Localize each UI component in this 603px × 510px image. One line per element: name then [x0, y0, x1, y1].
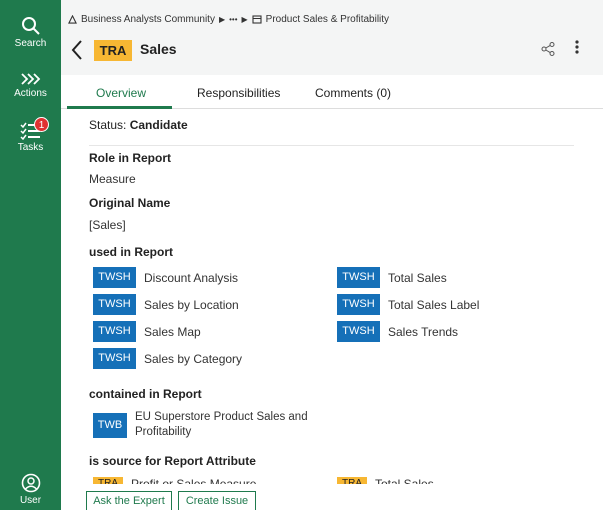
report-link-sales-by-location[interactable]: TWSH Sales by Location: [93, 294, 239, 315]
report-name: Sales Map: [144, 324, 201, 339]
search-icon: [21, 17, 40, 35]
status-value: Candidate: [129, 118, 188, 132]
page-title: Sales: [140, 41, 177, 57]
sidebar-item-tasks[interactable]: 1 Tasks: [0, 117, 61, 153]
report-name: Sales by Location: [144, 297, 239, 312]
breadcrumb-separator-icon: ▶: [218, 15, 226, 24]
tab-comments[interactable]: Comments (0): [315, 86, 391, 100]
report-link-total-sales[interactable]: TWSH Total Sales: [337, 267, 447, 288]
more-vertical-icon: [575, 40, 579, 54]
report-link-sales-by-category[interactable]: TWSH Sales by Category: [93, 348, 242, 369]
twsh-tag: TWSH: [93, 348, 136, 369]
sidebar-item-label: User: [19, 495, 42, 506]
role-title: Role in Report: [89, 151, 172, 165]
role-value: Measure: [89, 172, 136, 186]
report-name-line1: EU Superstore Product Sales and: [135, 411, 308, 423]
community-icon: [68, 15, 77, 24]
sidebar-item-label: Tasks: [17, 142, 44, 153]
user-icon: [21, 473, 40, 493]
domain-icon: [252, 15, 262, 24]
twb-tag: TWB: [93, 412, 127, 438]
asset-header: Business Analysts Community ▶ ••• ▶ Prod…: [61, 0, 603, 75]
report-name: EU Superstore Product Sales and Profitab…: [135, 410, 308, 440]
sidebar-item-search[interactable]: Search: [0, 16, 61, 49]
sidebar-item-label: Actions: [14, 88, 47, 99]
source-for-attribute-title: is source for Report Attribute: [89, 454, 256, 468]
report-link-sales-trends[interactable]: TWSH Sales Trends: [337, 321, 458, 342]
contained-in-report-title: contained in Report: [89, 387, 202, 401]
report-name: Discount Analysis: [144, 270, 239, 285]
more-options-button[interactable]: [572, 40, 582, 54]
share-button[interactable]: [541, 42, 555, 61]
report-link-total-sales-label[interactable]: TWSH Total Sales Label: [337, 294, 479, 315]
ask-the-expert-button[interactable]: Ask the Expert: [86, 491, 172, 510]
asset-type-tag: TRA: [94, 40, 132, 61]
original-name-value: [Sales]: [89, 218, 126, 232]
report-link-eu-superstore[interactable]: TWB EU Superstore Product Sales and Prof…: [93, 410, 308, 440]
twsh-tag: TWSH: [93, 321, 136, 342]
tab-overview[interactable]: Overview: [96, 86, 146, 100]
breadcrumb-community[interactable]: Business Analysts Community: [81, 14, 215, 25]
twsh-tag: TWSH: [337, 294, 380, 315]
tasks-badge: 1: [34, 117, 49, 132]
sidebar-item-user[interactable]: User: [0, 473, 61, 506]
back-arrow-icon: [71, 40, 82, 60]
tab-bar: Overview Responsibilities Comments (0): [61, 75, 603, 109]
report-name: Sales Trends: [388, 324, 459, 339]
report-name: Total Sales Label: [388, 297, 480, 312]
report-link-sales-map[interactable]: TWSH Sales Map: [93, 321, 201, 342]
share-icon: [541, 42, 555, 56]
sidebar-item-actions[interactable]: Actions: [0, 72, 61, 99]
breadcrumb-separator-icon: ▶: [241, 15, 248, 24]
used-in-report-title: used in Report: [89, 245, 174, 259]
breadcrumb-domain[interactable]: Product Sales & Profitability: [266, 14, 389, 25]
report-name-line2: Profitability: [135, 426, 192, 438]
chevrons-right-icon: [20, 73, 40, 85]
back-button[interactable]: [70, 38, 88, 64]
status-row: Status: Candidate: [89, 118, 574, 146]
twsh-tag: TWSH: [93, 267, 136, 288]
twsh-tag: TWSH: [337, 267, 380, 288]
report-name: Total Sales: [388, 270, 447, 285]
sidebar-item-label: Search: [14, 38, 47, 49]
status-label: Status:: [89, 118, 127, 132]
tab-responsibilities[interactable]: Responsibilities: [197, 86, 280, 100]
original-name-title: Original Name: [89, 196, 171, 210]
report-name: Sales by Category: [144, 351, 243, 366]
twsh-tag: TWSH: [337, 321, 380, 342]
active-tab-indicator: [67, 106, 172, 109]
report-link-discount-analysis[interactable]: TWSH Discount Analysis: [93, 267, 238, 288]
create-issue-button[interactable]: Create Issue: [178, 491, 256, 510]
twsh-tag: TWSH: [93, 294, 136, 315]
footer-actions: Ask the Expert Create Issue: [61, 484, 603, 510]
breadcrumb: Business Analysts Community ▶ ••• ▶ Prod…: [68, 14, 389, 25]
sidebar: Search Actions 1 Tasks User: [0, 0, 61, 510]
breadcrumb-ellipsis[interactable]: •••: [229, 15, 237, 24]
